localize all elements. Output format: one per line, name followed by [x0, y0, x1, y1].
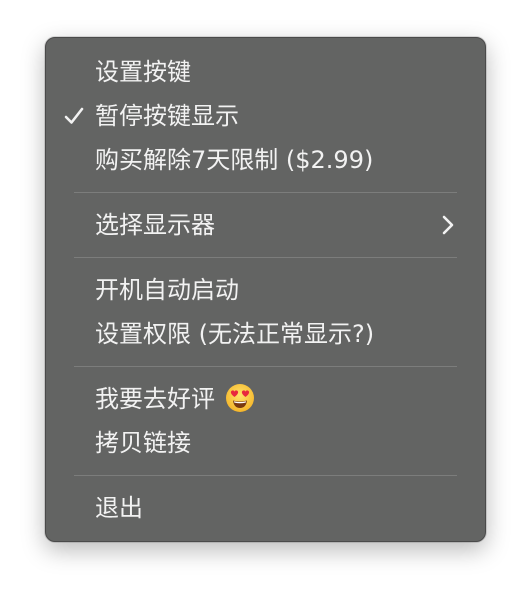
- menu-item-label: 开机自动启动: [95, 276, 239, 304]
- menu-item-label: 退出: [95, 494, 143, 522]
- menu-item-select-display[interactable]: 选择显示器: [46, 203, 485, 247]
- menu-separator: [74, 475, 457, 476]
- menu-item-label: 拷贝链接: [95, 429, 191, 457]
- menu-item-purchase-unlock[interactable]: 购买解除7天限制 ($2.99): [46, 138, 485, 182]
- menu-item-label: 购买解除7天限制 ($2.99): [95, 146, 374, 174]
- menu-item-label: 暂停按键显示: [95, 102, 239, 130]
- checkmark-icon: [64, 94, 86, 138]
- menu-item-label: 选择显示器: [95, 211, 215, 239]
- menu-separator: [74, 257, 457, 258]
- chevron-right-icon: [442, 203, 456, 247]
- menu-item-set-permissions[interactable]: 设置权限 (无法正常显示?): [46, 312, 485, 356]
- menu-item-pause-key-display[interactable]: 暂停按键显示: [46, 94, 485, 138]
- menu-separator: [74, 366, 457, 367]
- menu-item-label: 我要去好评: [95, 385, 215, 413]
- menu-item-copy-link[interactable]: 拷贝链接: [46, 421, 485, 465]
- heart-eyes-emoji-icon: [225, 383, 255, 413]
- menu-item-launch-at-login[interactable]: 开机自动启动: [46, 268, 485, 312]
- context-menu: 设置按键 暂停按键显示 购买解除7天限制 ($2.99) 选择显示器 开机自动启…: [45, 37, 486, 542]
- menu-item-label: 设置权限 (无法正常显示?): [95, 320, 375, 348]
- menu-item-label: 设置按键: [95, 58, 191, 86]
- menu-item-set-keys[interactable]: 设置按键: [46, 50, 485, 94]
- menu-item-quit[interactable]: 退出: [46, 486, 485, 530]
- menu-separator: [74, 192, 457, 193]
- menu-item-rate-app[interactable]: 我要去好评: [46, 377, 485, 421]
